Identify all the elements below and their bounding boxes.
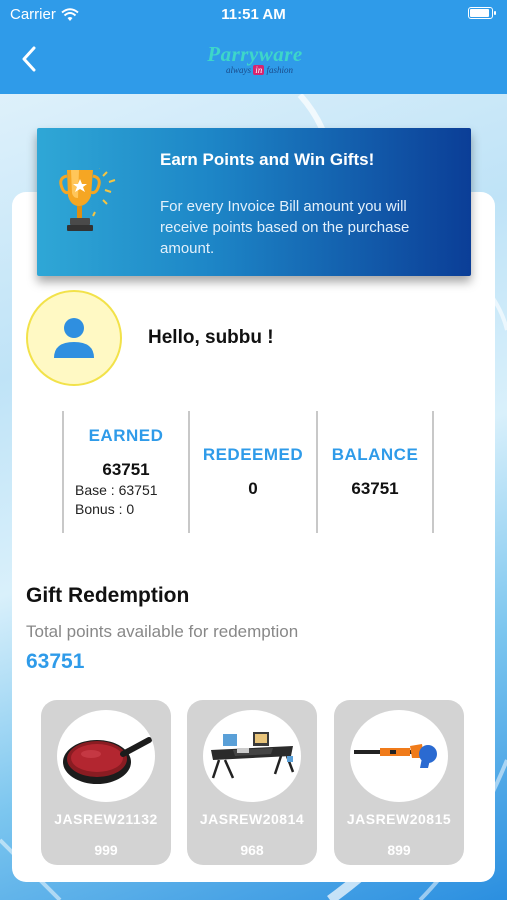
balance-label: BALANCE — [331, 445, 419, 464]
points-stats: EARNED 63751 Base : 63751 Bonus : 0 REDE… — [62, 411, 434, 533]
user-icon — [54, 318, 94, 358]
air-blower-icon — [354, 744, 437, 768]
tagline-pre: always — [226, 65, 252, 75]
redemption-subtitle: Total points available for redemption — [26, 622, 299, 641]
stat-divider — [432, 411, 434, 533]
gift-image — [203, 710, 301, 802]
tagline-post: fashion — [266, 65, 294, 75]
redemption-points: 63751 — [26, 650, 85, 673]
earned-value: 63751 — [102, 460, 150, 479]
greeting: Hello, subbu ! — [148, 327, 274, 348]
battery-icon — [468, 7, 496, 19]
gift-points: 999 — [94, 842, 118, 858]
status-time: 11:51 AM — [221, 6, 286, 23]
banner-title: Earn Points and Win Gifts! — [160, 150, 375, 169]
redeemed-label: REDEEMED — [202, 445, 304, 464]
gift-points: 968 — [240, 842, 264, 858]
gift-image — [350, 710, 448, 802]
banner-text: For every Invoice Bill amount you will r… — [160, 198, 410, 257]
status-bar: Carrier 11:51 AM — [0, 0, 507, 30]
redeemed-value: 0 — [248, 479, 258, 498]
gift-code: JASREW21132 — [54, 811, 158, 827]
tagline-in: in — [253, 65, 265, 75]
battery-fill — [470, 9, 489, 17]
gift-code: JASREW20814 — [199, 811, 305, 827]
gift-card[interactable]: JASREW20814 968 — [187, 700, 317, 865]
nav-bar: Parryware always in fashion — [0, 30, 507, 94]
gift-card[interactable]: JASREW20815 899 — [334, 700, 464, 865]
promo-banner: Earn Points and Win Gifts! For every Inv… — [37, 128, 471, 276]
brand-name: Parryware — [207, 42, 303, 66]
gift-card[interactable]: JASREW21132 999 — [41, 700, 171, 865]
redemption-title: Gift Redemption — [26, 584, 190, 607]
stat-earned: EARNED 63751 Base : 63751 Bonus : 0 — [64, 411, 188, 533]
gift-points: 899 — [387, 842, 411, 858]
brand-logo: Parryware always in fashion — [200, 42, 310, 82]
back-button[interactable] — [12, 42, 46, 76]
avatar — [26, 290, 122, 386]
chevron-left-icon — [22, 46, 36, 72]
balance-value: 63751 — [351, 479, 399, 498]
gift-code: JASREW20815 — [346, 811, 452, 827]
trophy-icon — [59, 168, 116, 231]
gift-image — [57, 710, 155, 802]
frying-pan-icon — [63, 737, 152, 784]
earned-bonus: Bonus : 0 — [75, 501, 135, 517]
earned-base: Base : 63751 — [75, 482, 158, 498]
stat-redeemed: REDEEMED 0 — [190, 411, 316, 533]
stat-balance: BALANCE 63751 — [318, 411, 432, 533]
laptop-table-icon — [211, 732, 295, 779]
earned-label: EARNED — [88, 426, 164, 445]
